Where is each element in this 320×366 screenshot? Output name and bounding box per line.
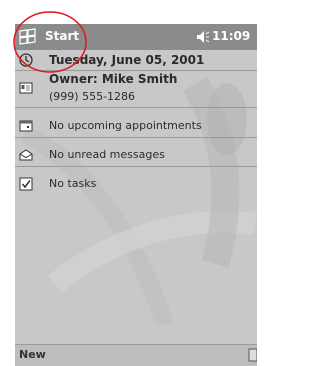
checkbox-task-icon [19, 177, 33, 191]
contact-card-icon [19, 82, 33, 94]
owner-name: Owner: Mike Smith [49, 72, 178, 86]
command-bar: New [15, 344, 257, 366]
appointments-text: No upcoming appointments [49, 119, 202, 132]
annotation-circle [13, 11, 87, 73]
messages-text: No unread messages [49, 148, 165, 161]
input-panel-icon[interactable] [247, 348, 257, 362]
new-button[interactable]: New [19, 348, 46, 361]
tasks-text: No tasks [49, 177, 97, 190]
clock[interactable]: 11:09 [212, 29, 250, 43]
owner-phone: (999) 555-1286 [49, 90, 136, 103]
appointments-row[interactable]: No upcoming appointments [15, 115, 257, 138]
envelope-icon [19, 149, 33, 161]
speaker-icon[interactable] [196, 30, 210, 44]
tasks-row[interactable]: No tasks [15, 173, 257, 195]
calendar-icon [19, 120, 33, 132]
owner-row[interactable]: Owner: Mike Smith (999) 555-1286 [15, 71, 257, 108]
messages-row[interactable]: No unread messages [15, 144, 257, 167]
